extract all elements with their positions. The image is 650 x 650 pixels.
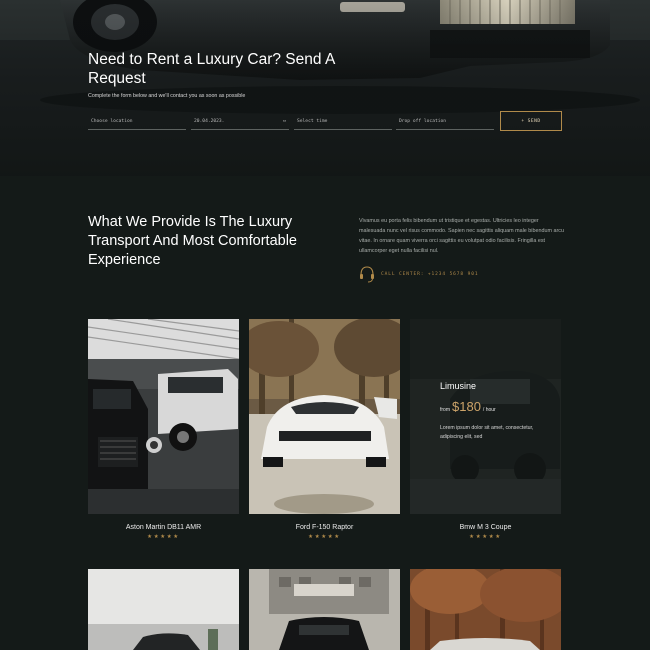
headset-icon xyxy=(360,266,374,283)
date-value: 20.04.2023. xyxy=(194,119,225,124)
car-name: Aston Martin DB11 AMR xyxy=(125,524,202,531)
pickup-location-field[interactable]: Choose location xyxy=(88,114,186,130)
call-center[interactable]: CALL CENTER: +1234 5678 901 xyxy=(359,264,478,284)
car-card[interactable] xyxy=(88,569,239,650)
time-field[interactable]: Select time xyxy=(294,114,392,130)
car-card[interactable]: Aston Martin DB11 AMR ★★★★★ xyxy=(88,319,239,540)
star-icon: ★★★★★ xyxy=(147,534,180,540)
hero-subtitle: Complete the form below and we'll contac… xyxy=(88,93,246,99)
overlay-from: from xyxy=(440,407,450,413)
pickup-location-label: Choose location xyxy=(91,119,133,124)
dropoff-location-field[interactable]: Drop off location xyxy=(396,114,494,130)
car-image xyxy=(88,319,239,514)
call-center-text: CALL CENTER: +1234 5678 901 xyxy=(381,271,479,277)
car-image xyxy=(249,569,400,650)
overlay-price-unit: / hour xyxy=(482,407,496,413)
hero-title: Need to Rent a Luxury Car? Send A Reques… xyxy=(88,51,335,87)
overlay-price-value: $180 xyxy=(452,399,481,414)
car-name: Bmw M 3 Coupe xyxy=(459,524,512,531)
car-card[interactable]: Limusine from $180 / hour Lorem ipsum do… xyxy=(410,319,561,540)
dropoff-location-label: Drop off location xyxy=(399,119,447,124)
card-hover-overlay xyxy=(410,319,561,514)
time-label: Select time xyxy=(297,119,328,124)
star-icon: ★★★★★ xyxy=(308,534,341,540)
car-image xyxy=(249,319,400,514)
car-image xyxy=(88,569,239,650)
car-name: Ford F-150 Raptor xyxy=(295,524,354,531)
car-card[interactable]: Ford F-150 Raptor ★★★★★ xyxy=(249,319,400,540)
calendar-icon: ▭ xyxy=(282,118,286,124)
star-icon: ★★★★★ xyxy=(469,534,502,540)
about-title: What We Provide Is The Luxury Transport … xyxy=(88,214,297,268)
hero-section: Need to Rent a Luxury Car? Send A Reques… xyxy=(0,0,650,176)
overlay-title: Limusine xyxy=(440,381,477,391)
hero-overlay xyxy=(0,0,650,176)
send-label: SEND xyxy=(527,118,541,124)
about-text: Vivamus eu porta felis bibendum ut trist… xyxy=(359,218,564,254)
send-button[interactable]: + SEND xyxy=(500,111,562,131)
car-card[interactable] xyxy=(410,569,561,650)
date-field[interactable]: 20.04.2023. ▭ xyxy=(191,114,289,130)
car-card[interactable] xyxy=(249,569,400,650)
plus-icon: + xyxy=(521,118,525,124)
overlay-description: Lorem ipsum dolor sit amet, consectetur,… xyxy=(440,425,534,440)
overlay-price: from $180 / hour xyxy=(440,399,496,414)
car-image xyxy=(410,569,561,650)
